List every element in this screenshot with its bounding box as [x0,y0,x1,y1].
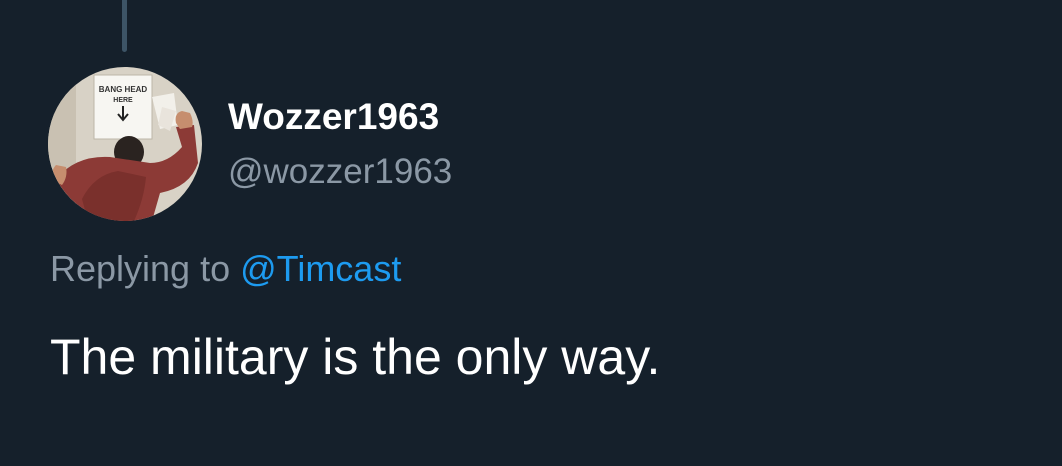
replying-to-label: Replying to [50,248,231,289]
sign-text-line2: HERE [113,97,133,104]
reply-mention-link[interactable]: @Timcast [240,248,401,289]
sign-text-line1: BANG HEAD [99,85,148,94]
replying-to-line: Replying to @Timcast [50,245,401,293]
tweet-text: The military is the only way. [50,329,661,385]
avatar-photo-icon: BANG HEAD HERE [48,67,202,221]
thread-connector-line [122,0,127,52]
avatar[interactable]: BANG HEAD HERE [48,67,202,221]
author-handle[interactable]: @wozzer1963 [228,150,452,194]
author-display-name[interactable]: Wozzer1963 [228,95,439,139]
